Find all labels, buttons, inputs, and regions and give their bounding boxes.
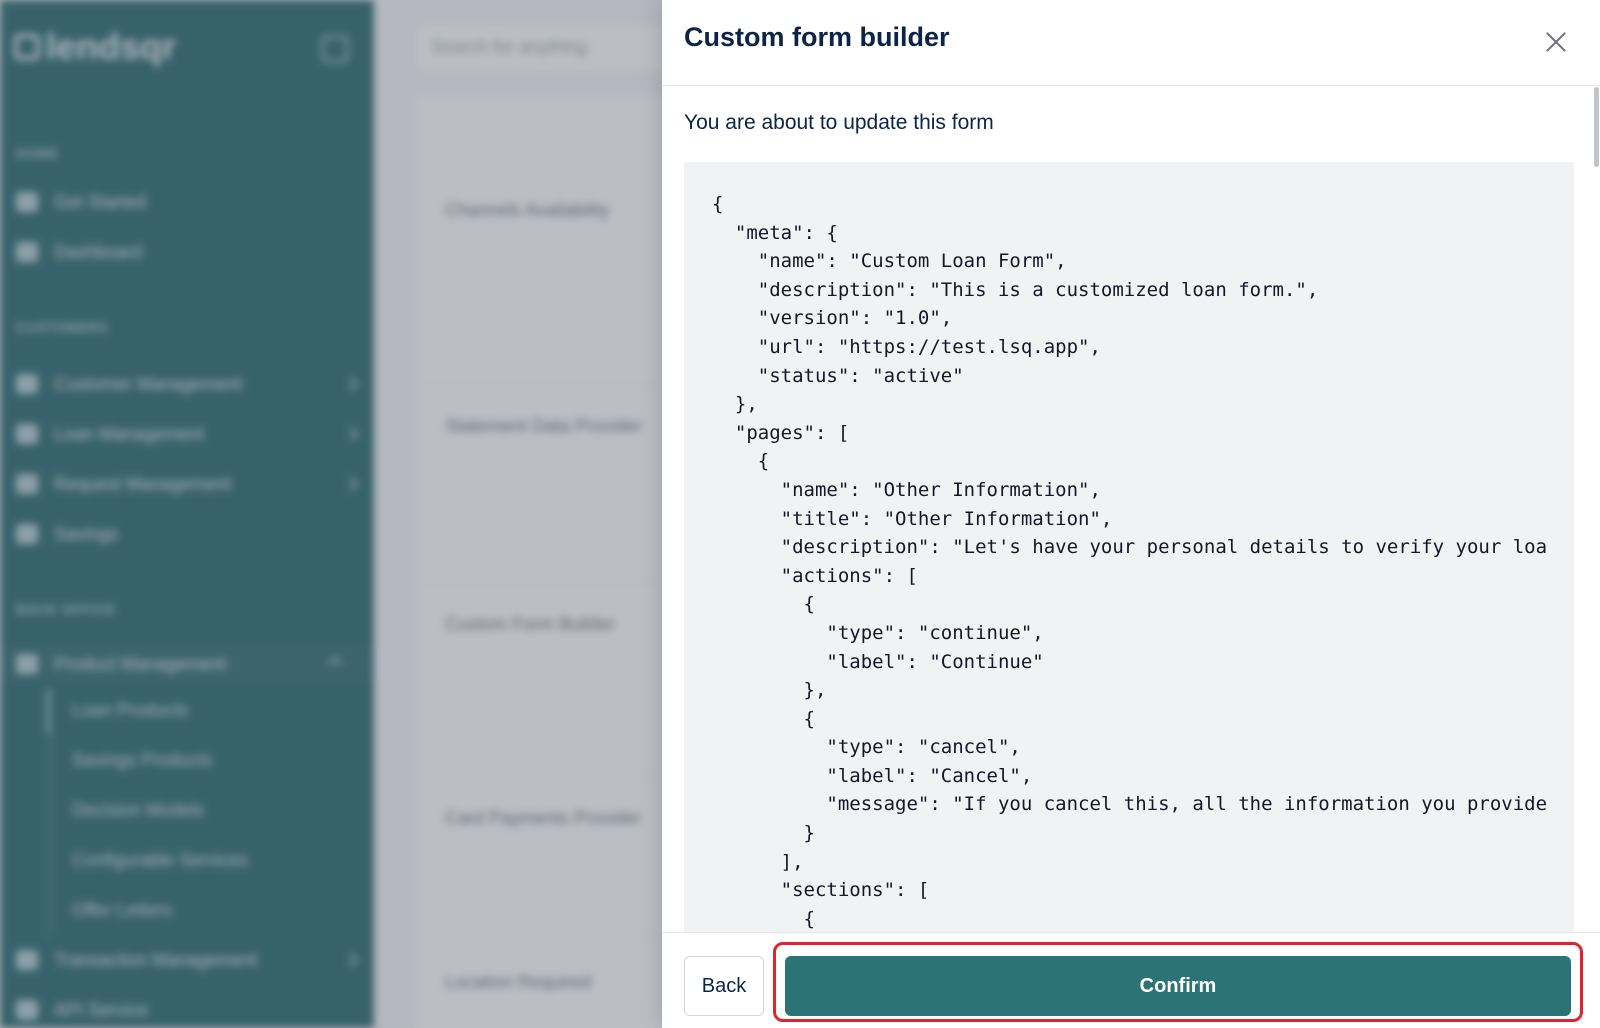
close-icon[interactable] [1542,28,1570,56]
json-code-line: "message": "If you cancel this, all the … [712,793,1548,816]
json-code-line: "label": "Cancel", [712,764,1033,787]
json-code-line: { [712,707,815,730]
drawer-footer: Back Confirm [662,932,1600,1028]
confirm-button[interactable]: Confirm [785,956,1571,1016]
json-code-line: "actions": [ [712,564,918,587]
json-preview: { "meta": { "name": "Custom Loan Form", … [684,162,1574,932]
custom-form-builder-drawer: Custom form builder You are about to upd… [662,0,1600,1028]
drawer-body[interactable]: You are about to update this form { "met… [662,87,1600,932]
json-code-line: ], [712,850,804,873]
json-code-line: { [712,907,815,930]
json-code-line: "meta": { [712,221,838,244]
json-code-line: "pages": [ [712,421,850,444]
json-code-line: { [712,450,770,473]
json-code-line: "status": "active" [712,364,964,387]
confirmation-message: You are about to update this form [684,111,994,134]
scrollbar-thumb[interactable] [1594,87,1599,167]
json-code-line: }, [712,393,758,416]
json-code-line: "type": "continue", [712,621,1044,644]
json-code-line: "description": "Let's have your personal… [712,536,1548,559]
json-code-line: }, [712,679,827,702]
json-code-line: "title": "Other Information", [712,507,1113,530]
json-code-line: "label": "Continue" [712,650,1044,673]
json-code-line: "version": "1.0", [712,307,953,330]
json-code-line: { [712,593,815,616]
json-code-line: "name": "Custom Loan Form", [712,250,1067,273]
json-code-line: "url": "https://test.lsq.app", [712,335,1101,358]
drawer-header: Custom form builder [662,0,1600,86]
json-code-line: "description": "This is a customized loa… [712,278,1319,301]
json-code-line: { [712,193,724,215]
json-code-line: "name": "Other Information", [712,478,1101,501]
json-code-line: } [712,822,815,845]
json-code-line: "type": "cancel", [712,736,1021,759]
json-code-line: "sections": [ [712,879,930,902]
drawer-title: Custom form builder [684,22,950,52]
back-button[interactable]: Back [684,956,764,1016]
